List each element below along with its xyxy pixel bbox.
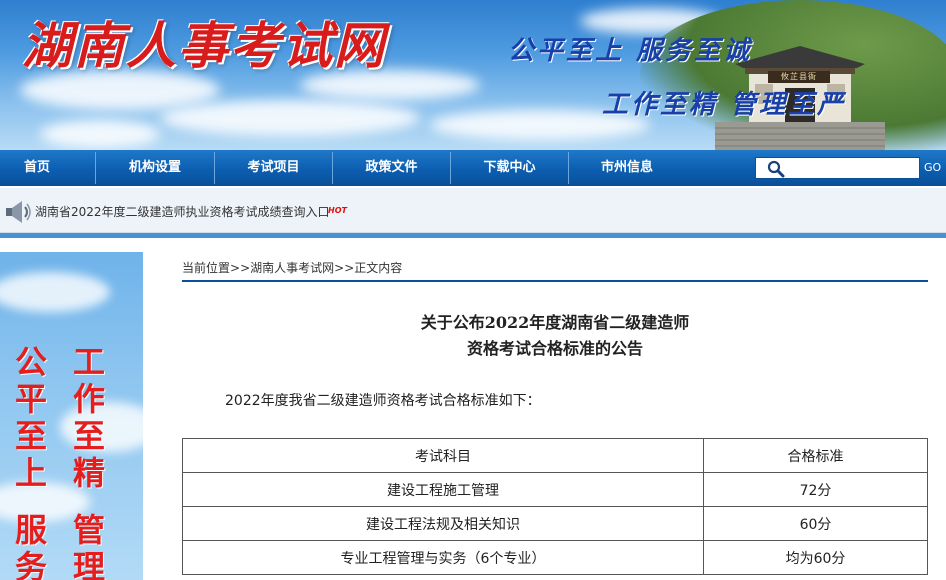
search-icon[interactable] — [767, 160, 785, 178]
search-go-button[interactable]: GO — [924, 158, 946, 180]
site-title: 湖南人事考试网 — [22, 16, 386, 75]
article-title-line: 资格考试合格标准的公告 — [466, 339, 643, 358]
article-title: 关于公布2022年度湖南省二级建造师 资格考试合格标准的公告 — [182, 310, 928, 362]
banner-cloud — [160, 100, 420, 136]
nav-item-organization[interactable]: 机构设置 — [96, 150, 214, 186]
side-slogan-left: 公 平 至 上 服 务 — [14, 343, 47, 580]
breadcrumb-underline — [182, 280, 928, 282]
banner-cloud — [40, 120, 160, 148]
nav-item-exams[interactable]: 考试项目 — [215, 150, 332, 186]
article-title-line: 关于公布2022年度湖南省二级建造师 — [420, 313, 690, 332]
side-slogan-banner: 公 平 至 上 服 务 工 作 至 精 管 理 — [0, 252, 143, 580]
gate-plaque: 攸芷县衙 — [768, 71, 830, 83]
table-cell-subject: 专业工程管理与实务（6个专业） — [182, 540, 704, 575]
search-input[interactable] — [790, 158, 916, 178]
divider-strip — [0, 233, 946, 238]
header-banner: 湖南人事考试网 公平至上 服务至诚 攸芷县衙 工作至精 管理至严 — [0, 0, 946, 150]
breadcrumb-prefix: 当前位置 — [182, 261, 231, 275]
breadcrumb-separator: >> — [230, 261, 251, 275]
side-slogan-right: 工 作 至 精 管 理 — [72, 343, 105, 580]
notice-link[interactable]: 湖南省2022年度二级建造师执业资格考试成绩查询入口 — [35, 203, 330, 220]
table-cell-subject: 建设工程法规及相关知识 — [182, 506, 704, 541]
breadcrumb-link-home[interactable]: 湖南人事考试网 — [250, 261, 334, 275]
table-row: 专业工程管理与实务（6个专业） 均为60分 — [182, 540, 928, 575]
nav-item-city-info[interactable]: 市州信息 — [569, 150, 685, 186]
megaphone-icon — [6, 201, 31, 223]
breadcrumb: 当前位置>>湖南人事考试网>>正文内容 — [182, 259, 402, 276]
table-header-subject: 考试科目 — [182, 438, 704, 473]
table-cell-standard: 均为60分 — [703, 540, 928, 575]
article-intro: 2022年度我省二级建造师资格考试合格标准如下： — [225, 393, 541, 409]
banner-slogan: 工作至精 管理至严 — [602, 90, 847, 120]
table-cell-standard: 60分 — [703, 506, 928, 541]
table-row: 建设工程法规及相关知识 60分 — [182, 506, 928, 541]
pass-standard-table: 考试科目 合格标准 建设工程施工管理 72分 建设工程法规及相关知识 60分 专… — [182, 438, 928, 575]
breadcrumb-separator: >> — [334, 261, 355, 275]
nav-item-policies[interactable]: 政策文件 — [333, 150, 450, 186]
hot-badge: HOT — [328, 206, 347, 215]
nav-item-home[interactable]: 首页 — [0, 150, 74, 186]
table-row: 建设工程施工管理 72分 — [182, 472, 928, 507]
table-header-standard: 合格标准 — [703, 438, 928, 473]
nav-item-downloads[interactable]: 下载中心 — [451, 150, 568, 186]
table-cell-standard: 72分 — [703, 472, 928, 507]
breadcrumb-current: 正文内容 — [354, 261, 403, 275]
side-cloud — [0, 272, 110, 312]
table-header-row: 考试科目 合格标准 — [182, 438, 928, 473]
table-cell-subject: 建设工程施工管理 — [182, 472, 704, 507]
